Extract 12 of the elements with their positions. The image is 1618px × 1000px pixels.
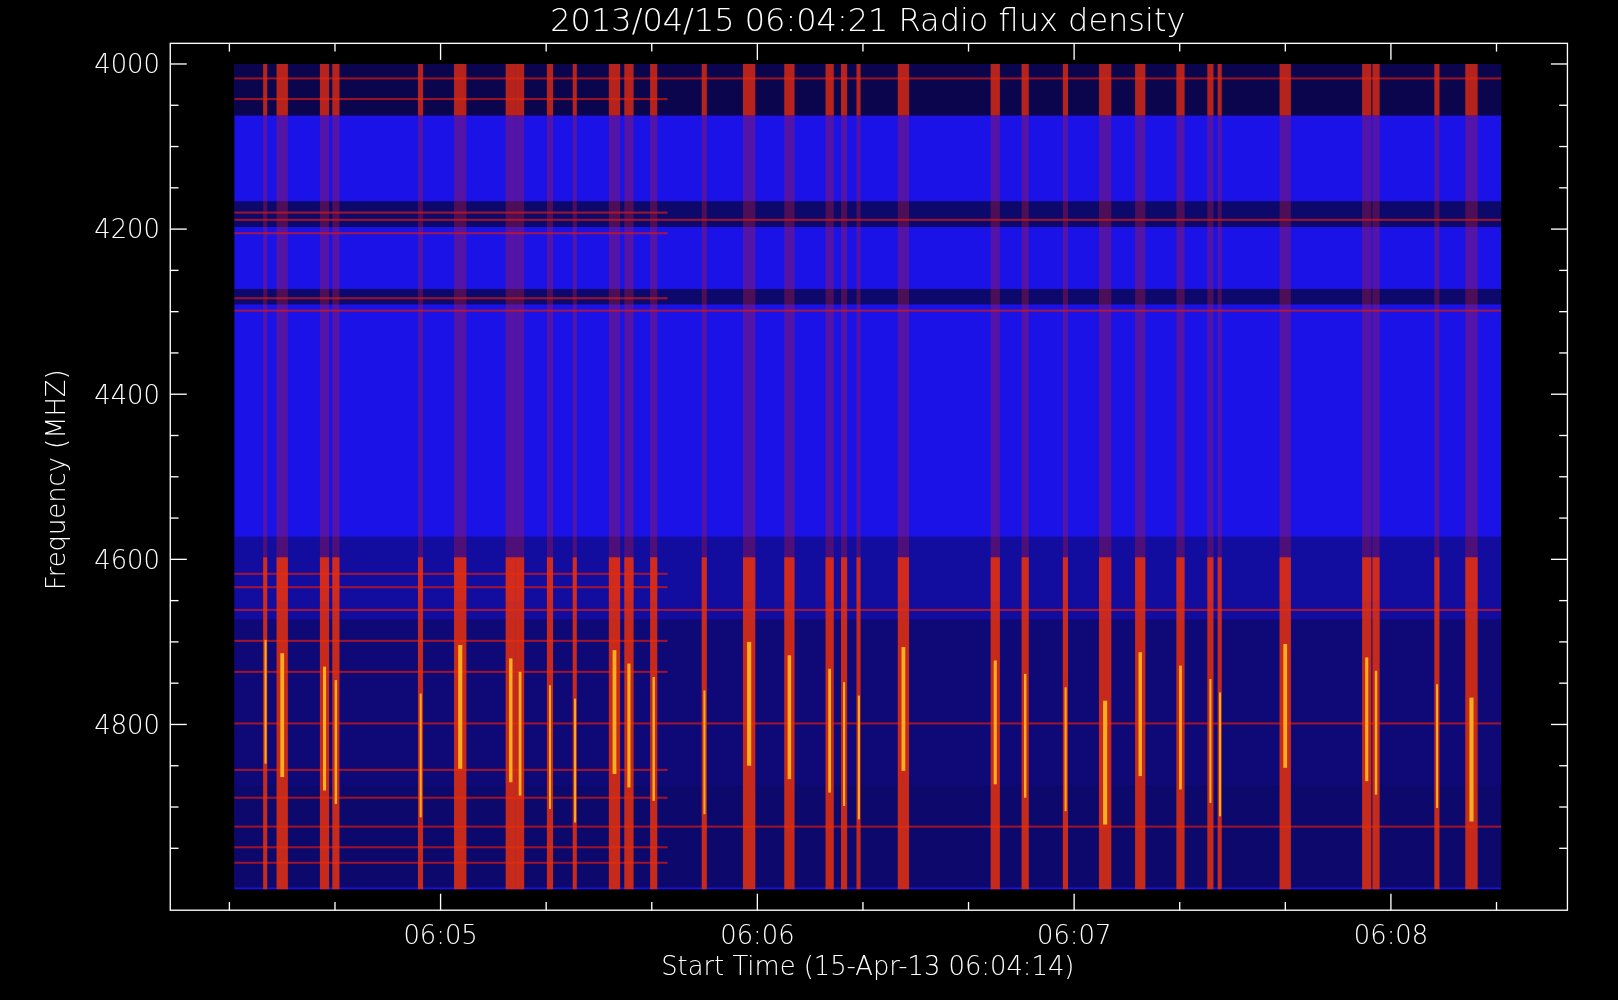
tick-label: 06:06 (720, 920, 795, 951)
tick-label: 4000 (94, 49, 160, 80)
tick-label: 4800 (94, 709, 160, 740)
tick-label: 06:05 (403, 920, 478, 951)
tick-label: 06:08 (1353, 920, 1429, 951)
tick-label: 4400 (94, 379, 160, 410)
axis-title: Start Time (15-Apr-13 06:04:14) (661, 951, 1075, 982)
tick-label: 06:07 (1037, 920, 1112, 951)
tick-label: 4200 (94, 214, 160, 245)
tick-label: 4600 (94, 544, 160, 575)
axis-title: Frequency (MHZ) (41, 369, 71, 591)
chart-title: 2013/04/15 06:04:21 Radio flux density (550, 0, 1186, 39)
